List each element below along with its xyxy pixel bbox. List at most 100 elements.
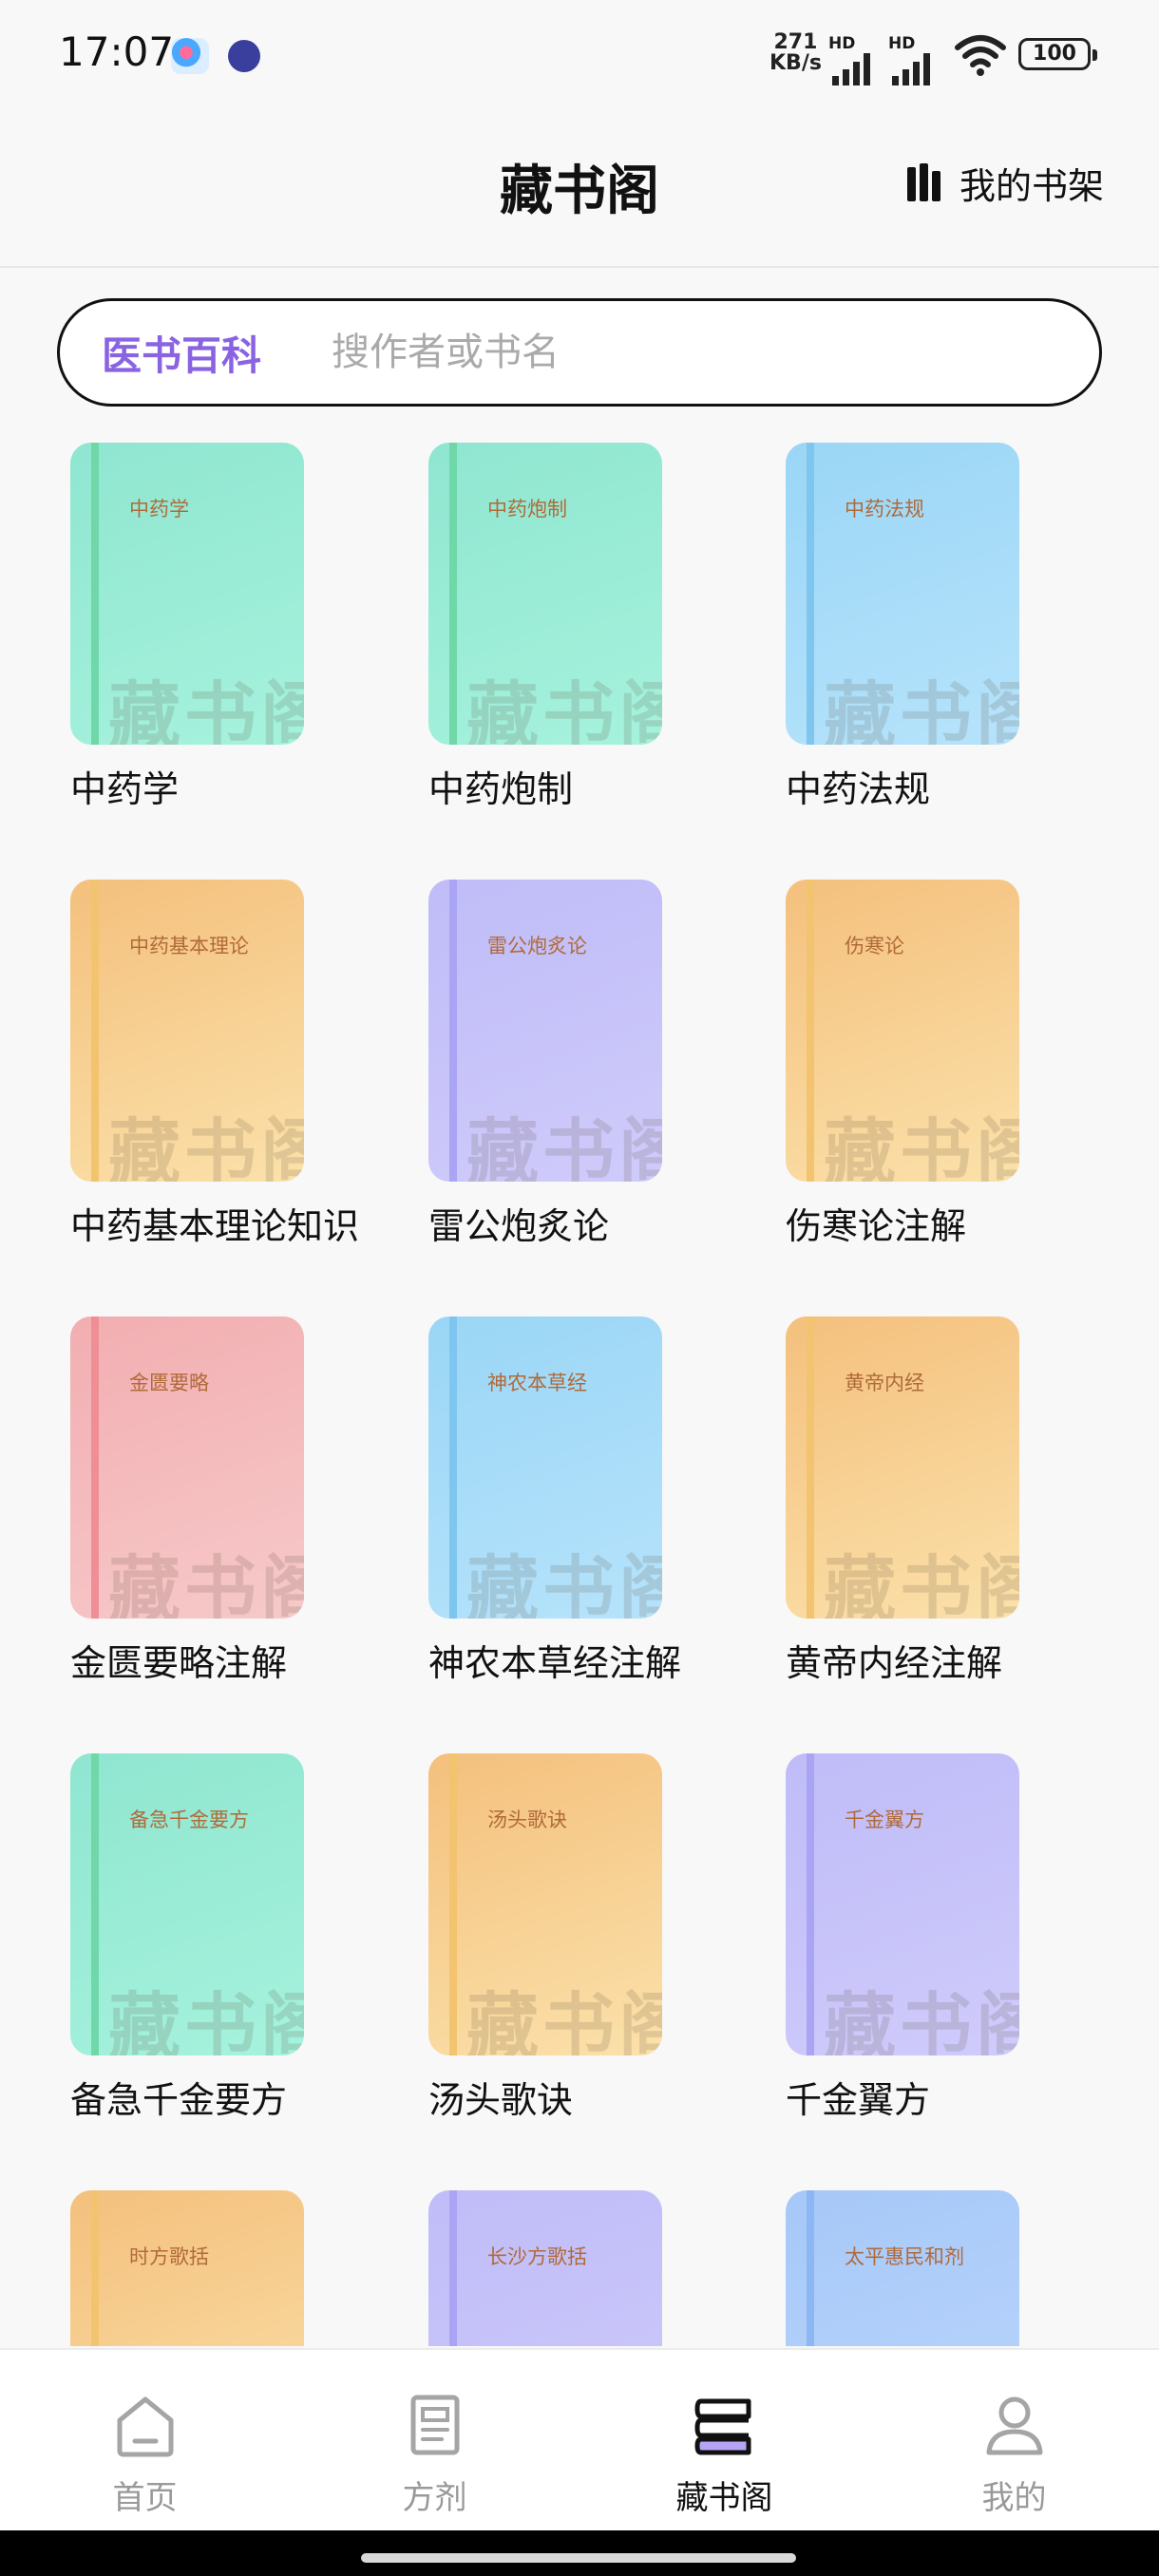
book-cover-title: 中药法规 <box>845 498 924 521</box>
book-cover[interactable]: 神农本草经藏书阁 <box>428 1316 662 1619</box>
book-grid: 中药学 藏书阁 中药学 中药炮制 藏书阁 中药炮制 中药法规 藏书阁 中药法规 中药基本理论 藏书阁… <box>0 0 1159 2346</box>
profile-icon <box>986 2396 1042 2455</box>
book-title: 中药学 <box>70 768 180 810</box>
nav-label-prescription: 方剂 <box>402 2479 467 2517</box>
book-item[interactable]: 时方歌括藏书阁 <box>70 2190 374 2346</box>
gesture-handle[interactable] <box>361 2553 796 2563</box>
book-cover[interactable]: 千金翼方藏书阁 <box>786 1753 1019 2055</box>
nav-item-profile[interactable]: 我的 <box>869 2350 1159 2530</box>
book-item[interactable]: 太平惠民和剂藏书阁 <box>786 2190 1090 2346</box>
book-spine <box>807 2190 814 2346</box>
book-item[interactable]: 神农本草经藏书阁神农本草经注解 <box>428 1316 732 1686</box>
book-cover[interactable]: 中药炮制藏书阁 <box>428 443 662 745</box>
book-item[interactable]: 长沙方歌括藏书阁 <box>428 2190 732 2346</box>
prescription-icon <box>410 2395 459 2455</box>
book-spine <box>449 1753 457 2055</box>
book-cover[interactable]: 伤寒论藏书阁 <box>786 880 1019 1182</box>
book-spine <box>449 443 457 745</box>
book-title: 千金翼方 <box>786 2079 931 2121</box>
book-spine <box>449 2190 457 2346</box>
book-cover-title: 中药炮制 <box>487 498 567 521</box>
book-cover-title: 黄帝内经 <box>845 1372 924 1394</box>
home-icon <box>117 2396 173 2457</box>
book-spine <box>91 880 99 1182</box>
book-cover-title: 伤寒论 <box>845 935 904 957</box>
book-spine <box>91 2190 99 2346</box>
book-cover[interactable]: 太平惠民和剂藏书阁 <box>786 2190 1019 2346</box>
nav-item-home[interactable]: 首页 <box>0 2350 290 2530</box>
book-title: 中药炮制 <box>428 768 574 810</box>
book-title: 备急千金要方 <box>70 2079 288 2121</box>
book-cover-title: 雷公炮炙论 <box>487 935 587 957</box>
book-cover-watermark: 藏书阁 <box>824 1984 1019 2055</box>
book-title: 中药法规 <box>786 768 931 810</box>
book-cover-title: 千金翼方 <box>845 1809 924 1831</box>
book-title: 汤头歌诀 <box>428 2079 574 2121</box>
book-cover[interactable]: 金匮要略藏书阁 <box>70 1316 304 1619</box>
nav-item-prescription[interactable]: 方剂 <box>290 2350 580 2530</box>
book-cover-watermark: 藏书阁 <box>108 1547 304 1619</box>
book-cover[interactable]: 长沙方歌括藏书阁 <box>428 2190 662 2346</box>
book-cover-watermark: 藏书阁 <box>824 1547 1019 1619</box>
book-cover[interactable]: 雷公炮炙论藏书阁 <box>428 880 662 1182</box>
book-title: 金匮要略注解 <box>70 1642 288 1684</box>
library-icon <box>694 2398 750 2455</box>
book-item[interactable]: 中药基本理论藏书阁中药基本理论知识 <box>70 880 374 1249</box>
book-cover-title: 时方歌括 <box>129 2245 209 2268</box>
book-spine <box>807 443 814 745</box>
book-spine <box>807 880 814 1182</box>
book-title: 伤寒论注解 <box>786 1205 967 1247</box>
book-cover-watermark: 藏书阁 <box>108 1984 304 2055</box>
book-spine <box>807 1316 814 1619</box>
book-cover-title: 中药基本理论 <box>129 935 249 957</box>
book-cover[interactable]: 黄帝内经藏书阁 <box>786 1316 1019 1619</box>
nav-label-home: 首页 <box>112 2479 178 2517</box>
book-cover[interactable]: 时方歌括藏书阁 <box>70 2190 304 2346</box>
nav-label-profile: 我的 <box>981 2479 1047 2517</box>
book-cover-watermark: 藏书阁 <box>466 1110 662 1182</box>
book-title: 雷公炮炙论 <box>428 1205 610 1247</box>
book-item[interactable]: 中药炮制 藏书阁 中药炮制 <box>428 443 732 812</box>
book-title: 神农本草经注解 <box>428 1642 682 1684</box>
book-cover[interactable]: 汤头歌诀藏书阁 <box>428 1753 662 2055</box>
book-cover-watermark: 藏书阁 <box>466 1984 662 2055</box>
book-spine <box>91 1316 99 1619</box>
book-spine <box>91 443 99 745</box>
book-cover[interactable]: 备急千金要方藏书阁 <box>70 1753 304 2055</box>
book-item[interactable]: 千金翼方 藏书阁 千金翼方 <box>786 1753 1090 2123</box>
book-spine <box>91 1753 99 2055</box>
screen: 17:07 271 KB/s HD HD 100 藏书阁 我的书架 医书百科 搜… <box>0 0 1159 2576</box>
book-spine <box>807 1753 814 2055</box>
book-item[interactable]: 汤头歌诀 藏书阁 汤头歌诀 <box>428 1753 732 2123</box>
bottom-nav: 首页 方剂 藏书阁 我的 <box>0 2348 1159 2530</box>
book-cover[interactable]: 中药学藏书阁 <box>70 443 304 745</box>
book-cover-title: 太平惠民和剂 <box>845 2245 964 2268</box>
book-item[interactable]: 中药法规 藏书阁 中药法规 <box>786 443 1090 812</box>
book-cover-watermark: 藏书阁 <box>824 673 1019 745</box>
book-cover-title: 中药学 <box>129 498 189 521</box>
book-cover[interactable]: 中药基本理论藏书阁 <box>70 880 304 1182</box>
book-cover-title: 金匮要略 <box>129 1372 209 1394</box>
book-cover-title: 神农本草经 <box>487 1372 587 1394</box>
book-cover-watermark: 藏书阁 <box>466 673 662 745</box>
book-cover-watermark: 藏书阁 <box>108 673 304 745</box>
book-cover-watermark: 藏书阁 <box>466 1547 662 1619</box>
book-item[interactable]: 金匮要略藏书阁金匮要略注解 <box>70 1316 374 1686</box>
book-item[interactable]: 中药学 藏书阁 中药学 <box>70 443 374 812</box>
nav-label-library: 藏书阁 <box>675 2479 773 2517</box>
book-title: 中药基本理论知识 <box>70 1205 360 1247</box>
book-title: 黄帝内经注解 <box>786 1642 1003 1684</box>
book-spine <box>449 880 457 1182</box>
book-item[interactable]: 黄帝内经藏书阁黄帝内经注解 <box>786 1316 1090 1686</box>
book-cover-title: 汤头歌诀 <box>487 1809 567 1831</box>
book-cover-title: 长沙方歌括 <box>487 2245 587 2268</box>
nav-item-library[interactable]: 藏书阁 <box>580 2350 869 2530</box>
book-cover-watermark: 藏书阁 <box>108 1110 304 1182</box>
book-cover-watermark: 藏书阁 <box>824 1110 1019 1182</box>
book-cover[interactable]: 中药法规藏书阁 <box>786 443 1019 745</box>
book-item[interactable]: 备急千金要方 藏书阁 备急千金要方 <box>70 1753 374 2123</box>
book-item[interactable]: 伤寒论藏书阁伤寒论注解 <box>786 880 1090 1249</box>
book-cover-title: 备急千金要方 <box>129 1809 249 1831</box>
book-spine <box>449 1316 457 1619</box>
book-item[interactable]: 雷公炮炙论 藏书阁 雷公炮炙论 <box>428 880 732 1249</box>
